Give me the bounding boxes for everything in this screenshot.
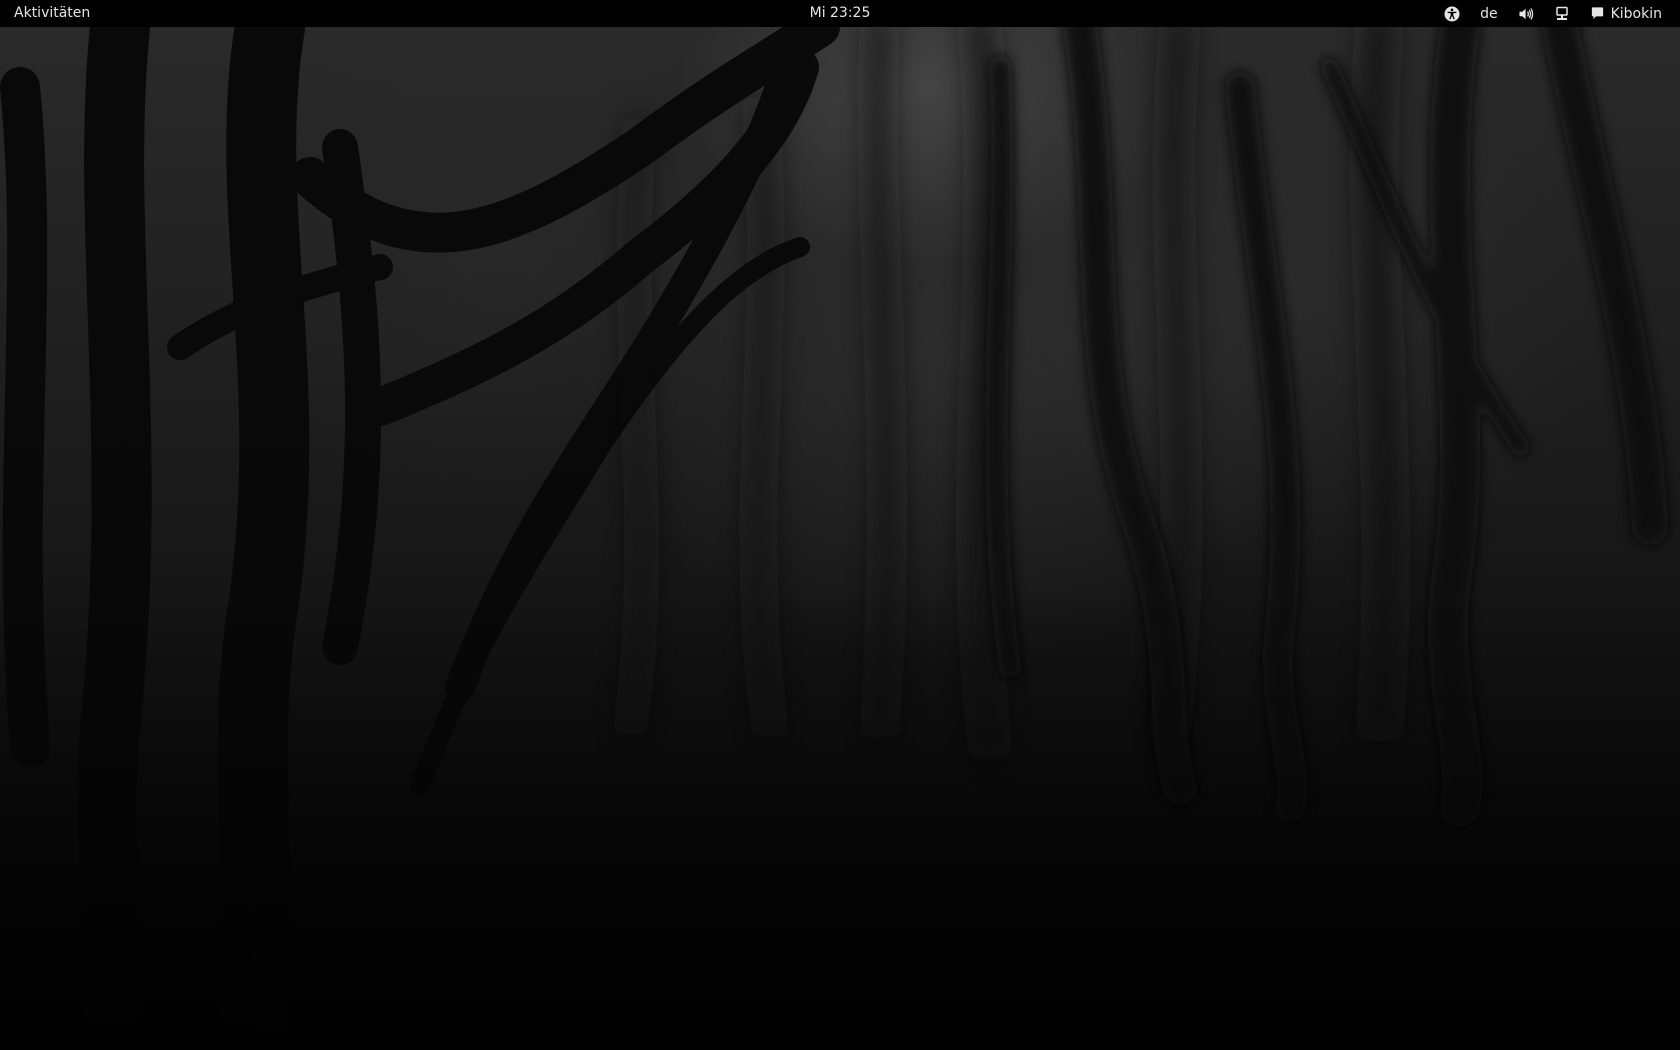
keyboard-layout-label: de <box>1480 5 1498 22</box>
keyboard-layout-menu[interactable]: de <box>1470 0 1508 27</box>
clock-container: Mi 23:25 <box>0 0 1680 27</box>
status-area: de Kibokin <box>1434 0 1672 27</box>
network-icon <box>1554 6 1570 22</box>
volume-menu[interactable] <box>1508 0 1544 27</box>
user-name: Kibokin <box>1610 5 1662 22</box>
forest-trees-illustration <box>0 27 1680 1050</box>
clock-button[interactable]: Mi 23:25 <box>804 5 877 21</box>
chat-bubble-icon <box>1590 6 1605 21</box>
top-bar: Aktivitäten Mi 23:25 de Kibokin <box>0 0 1680 27</box>
user-menu[interactable]: Kibokin <box>1580 0 1672 27</box>
volume-icon <box>1518 6 1534 22</box>
desktop-wallpaper <box>0 27 1680 1050</box>
accessibility-icon <box>1444 6 1460 22</box>
accessibility-menu[interactable] <box>1434 0 1470 27</box>
network-menu[interactable] <box>1544 0 1580 27</box>
desktop: Aktivitäten Mi 23:25 de Kibokin <box>0 0 1680 1050</box>
activities-button[interactable]: Aktivitäten <box>12 0 92 27</box>
